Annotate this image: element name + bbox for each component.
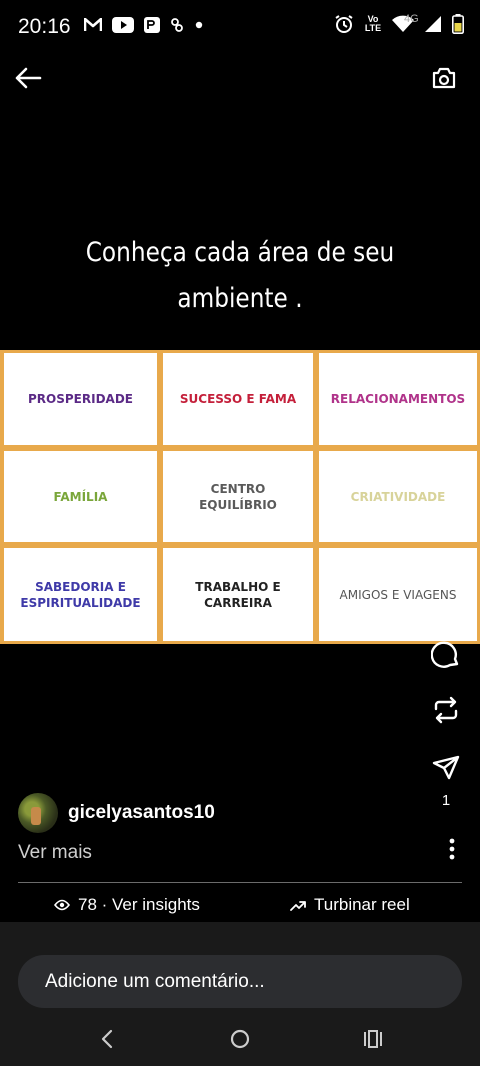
share-button[interactable]: [426, 748, 466, 788]
comment-input[interactable]: Adicione um comentário...: [18, 955, 462, 1008]
grid-cell-criatividade: CRIATIVIDADE: [319, 451, 477, 542]
grid-cell-familia: FAMÍLIA: [4, 451, 157, 542]
status-right-icons: Vo LTE 4G: [334, 13, 464, 34]
youtube-icon: [112, 17, 134, 33]
gmail-icon: [84, 18, 102, 32]
ver-mais-link[interactable]: Ver mais: [18, 842, 92, 864]
insights-text: 78 · Ver insights: [78, 895, 200, 914]
status-bar: 20:16 Vo LTE 4G: [0, 0, 480, 56]
comment-icon: [431, 641, 459, 668]
video-heading-line2: ambiente .: [177, 283, 303, 314]
reel-top-bar: [0, 56, 480, 102]
user-row[interactable]: gicelyasantos10: [18, 792, 215, 834]
avatar[interactable]: [18, 793, 58, 833]
camera-icon: [432, 67, 456, 89]
grid-cell-sabedoria: SABEDORIA E ESPIRITUALIDADE: [4, 548, 157, 641]
back-button[interactable]: [10, 60, 46, 96]
battery-icon: [452, 14, 464, 34]
home-circle-icon: [230, 1029, 250, 1049]
status-time: 20:16: [18, 15, 71, 38]
trending-up-icon: [290, 901, 306, 911]
nav-recents-button[interactable]: [358, 1024, 388, 1054]
send-icon: [432, 755, 460, 780]
repost-button[interactable]: [426, 690, 466, 730]
status-left-icons: [84, 17, 204, 33]
boost-text: Turbinar reel: [314, 895, 410, 914]
chevron-left-icon: [101, 1029, 113, 1049]
video-heading: Conheça cada área de seu ambiente .: [34, 230, 447, 322]
nav-home-button[interactable]: [225, 1024, 255, 1054]
cell-signal-icon: 4G: [404, 13, 442, 33]
more-options-button[interactable]: [442, 836, 462, 862]
insights-link[interactable]: 78 · Ver insights: [54, 895, 200, 915]
bagua-grid: PROSPERIDADE SUCESSO E FAMA RELACIONAMEN…: [0, 350, 480, 644]
volte-icon: Vo LTE: [364, 14, 382, 33]
grid-cell-prosperidade: PROSPERIDADE: [4, 353, 157, 445]
network-type-label: 4G: [404, 13, 419, 25]
divider: [18, 882, 462, 883]
grid-cell-trabalho-carreira: TRABALHO E CARREIRA: [163, 548, 313, 641]
recents-icon: [364, 1030, 382, 1048]
grid-cell-relacionamentos: RELACIONAMENTOS: [319, 353, 477, 445]
app-icon: [144, 17, 160, 33]
dot-icon: [194, 20, 204, 30]
grid-cell-centro-equilibrio: CENTRO EQUILÍBRIO: [163, 451, 313, 542]
comment-button[interactable]: [426, 634, 466, 674]
grid-cell-amigos-viagens: AMIGOS E VIAGENS: [319, 548, 477, 641]
eye-icon: [54, 899, 70, 911]
boost-reel-button[interactable]: Turbinar reel: [290, 895, 410, 915]
video-heading-line1: Conheça cada área de seu: [85, 237, 395, 268]
system-nav-bar: [0, 1010, 480, 1066]
more-vertical-icon: [449, 838, 455, 860]
nav-back-button[interactable]: [92, 1024, 122, 1054]
repost-icon: [434, 696, 458, 724]
grid-cell-sucesso-fama: SUCESSO E FAMA: [163, 353, 313, 445]
share-count: 1: [441, 792, 451, 809]
username[interactable]: gicelyasantos10: [68, 802, 215, 824]
back-arrow-icon: [15, 67, 42, 89]
alarm-icon: [334, 14, 354, 34]
notification-icon: [170, 17, 184, 33]
camera-button[interactable]: [426, 60, 462, 96]
